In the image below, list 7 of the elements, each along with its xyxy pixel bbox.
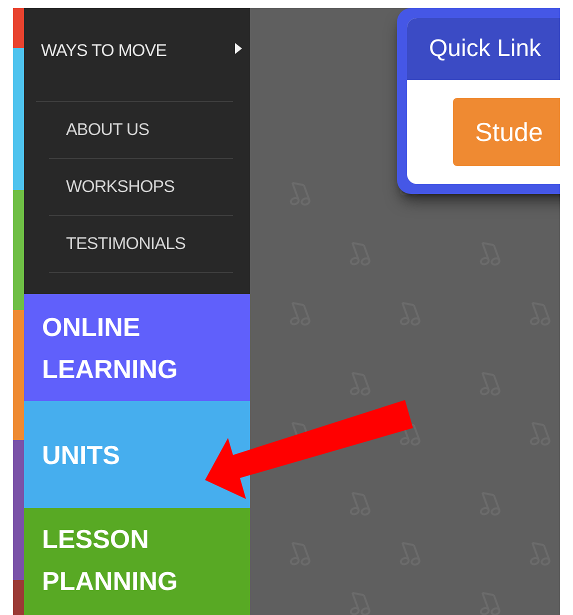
card-title: Quick Link: [429, 34, 542, 64]
submenu-item[interactable]: WORKSHOPS: [66, 174, 175, 200]
menu-item[interactable]: WAYS TO MOVE: [41, 38, 167, 64]
nav-section[interactable]: ONLINE LEARNING: [24, 294, 250, 401]
submenu-item[interactable]: TESTIMONIALS: [66, 231, 186, 257]
submenu-item[interactable]: ABOUT US: [66, 117, 150, 143]
submenu-arrow-icon: [235, 43, 242, 54]
